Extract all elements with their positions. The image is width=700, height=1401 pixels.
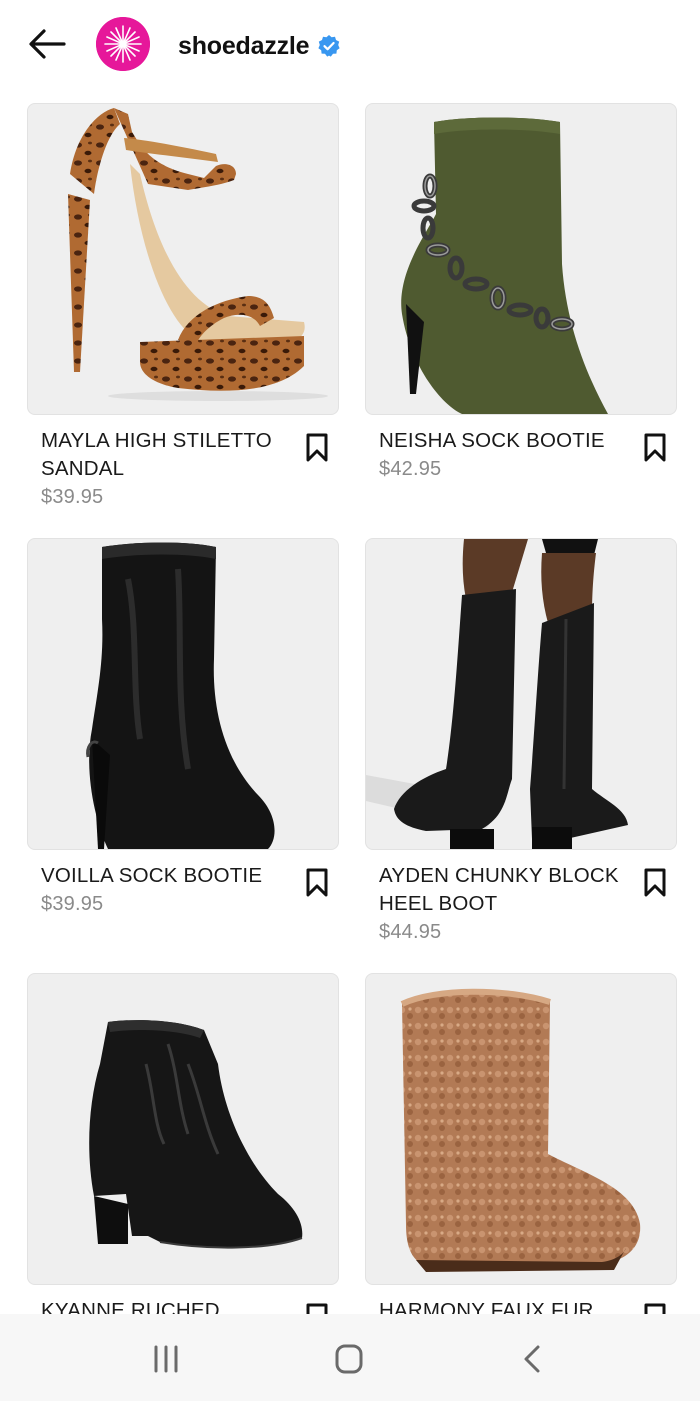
product-card[interactable]: NEISHA SOCK BOOTIE $42.95	[365, 103, 677, 480]
product-card[interactable]: AYDEN CHUNKY BLOCK HEEL BOOT $44.95	[365, 538, 677, 943]
arrow-left-icon	[29, 29, 66, 59]
verified-badge-icon	[318, 35, 340, 57]
profile-header: shoedazzle	[0, 0, 700, 92]
product-price: $39.95	[41, 893, 104, 915]
product-price: $39.95	[41, 486, 104, 508]
product-name[interactable]: NEISHA SOCK BOOTIE $42.95	[379, 427, 629, 483]
home-button[interactable]	[329, 1344, 369, 1374]
product-title: MAYLA HIGH STILETTO SANDAL	[41, 429, 272, 480]
product-title: VOILLA SOCK BOOTIE	[41, 864, 263, 887]
system-nav-bar	[0, 1314, 700, 1401]
nav-back-button[interactable]	[512, 1344, 552, 1374]
product-image[interactable]	[365, 103, 677, 415]
recent-apps-icon	[154, 1345, 178, 1373]
back-chevron-icon	[524, 1345, 540, 1373]
product-card[interactable]: KYANNE RUCHED	[27, 973, 339, 1332]
product-image[interactable]	[27, 973, 339, 1285]
bookmark-icon	[306, 868, 328, 897]
product-image[interactable]	[27, 538, 339, 850]
knee-boots-image	[366, 539, 628, 849]
leopard-sandal-image	[68, 108, 328, 401]
product-card[interactable]: MAYLA HIGH STILETTO SANDAL $39.95	[27, 103, 339, 508]
product-card[interactable]: VOILLA SOCK BOOTIE $39.95	[27, 538, 339, 915]
brand-name[interactable]: shoedazzle	[178, 32, 310, 61]
bookmark-icon	[306, 433, 328, 462]
bookmark-icon	[644, 868, 666, 897]
save-button[interactable]	[643, 433, 667, 463]
brand[interactable]: shoedazzle	[178, 29, 341, 63]
ruched-bootie-image	[89, 1020, 303, 1249]
faux-fur-boot-image	[400, 988, 641, 1272]
back-button[interactable]	[24, 22, 72, 66]
product-image[interactable]	[365, 538, 677, 850]
product-title: NEISHA SOCK BOOTIE	[379, 429, 605, 452]
product-image[interactable]	[365, 973, 677, 1285]
product-card[interactable]: HARMONY FAUX FUR	[365, 973, 677, 1332]
black-bootie-image	[86, 542, 275, 849]
product-name[interactable]: MAYLA HIGH STILETTO SANDAL $39.95	[41, 427, 291, 511]
product-image[interactable]	[27, 103, 339, 415]
bookmark-icon	[644, 433, 666, 462]
sparkle-logo-icon	[96, 17, 150, 71]
save-button[interactable]	[305, 433, 329, 463]
home-icon	[335, 1344, 363, 1374]
olive-bootie-image	[401, 117, 608, 414]
product-name[interactable]: VOILLA SOCK BOOTIE $39.95	[41, 862, 291, 918]
product-title: AYDEN CHUNKY BLOCK HEEL BOOT	[379, 864, 619, 915]
recent-apps-button[interactable]	[146, 1344, 186, 1374]
product-price: $42.95	[379, 458, 442, 480]
save-button[interactable]	[643, 868, 667, 898]
save-button[interactable]	[305, 868, 329, 898]
avatar[interactable]	[96, 17, 150, 71]
product-price: $44.95	[379, 921, 442, 943]
product-name[interactable]: AYDEN CHUNKY BLOCK HEEL BOOT $44.95	[379, 862, 629, 946]
